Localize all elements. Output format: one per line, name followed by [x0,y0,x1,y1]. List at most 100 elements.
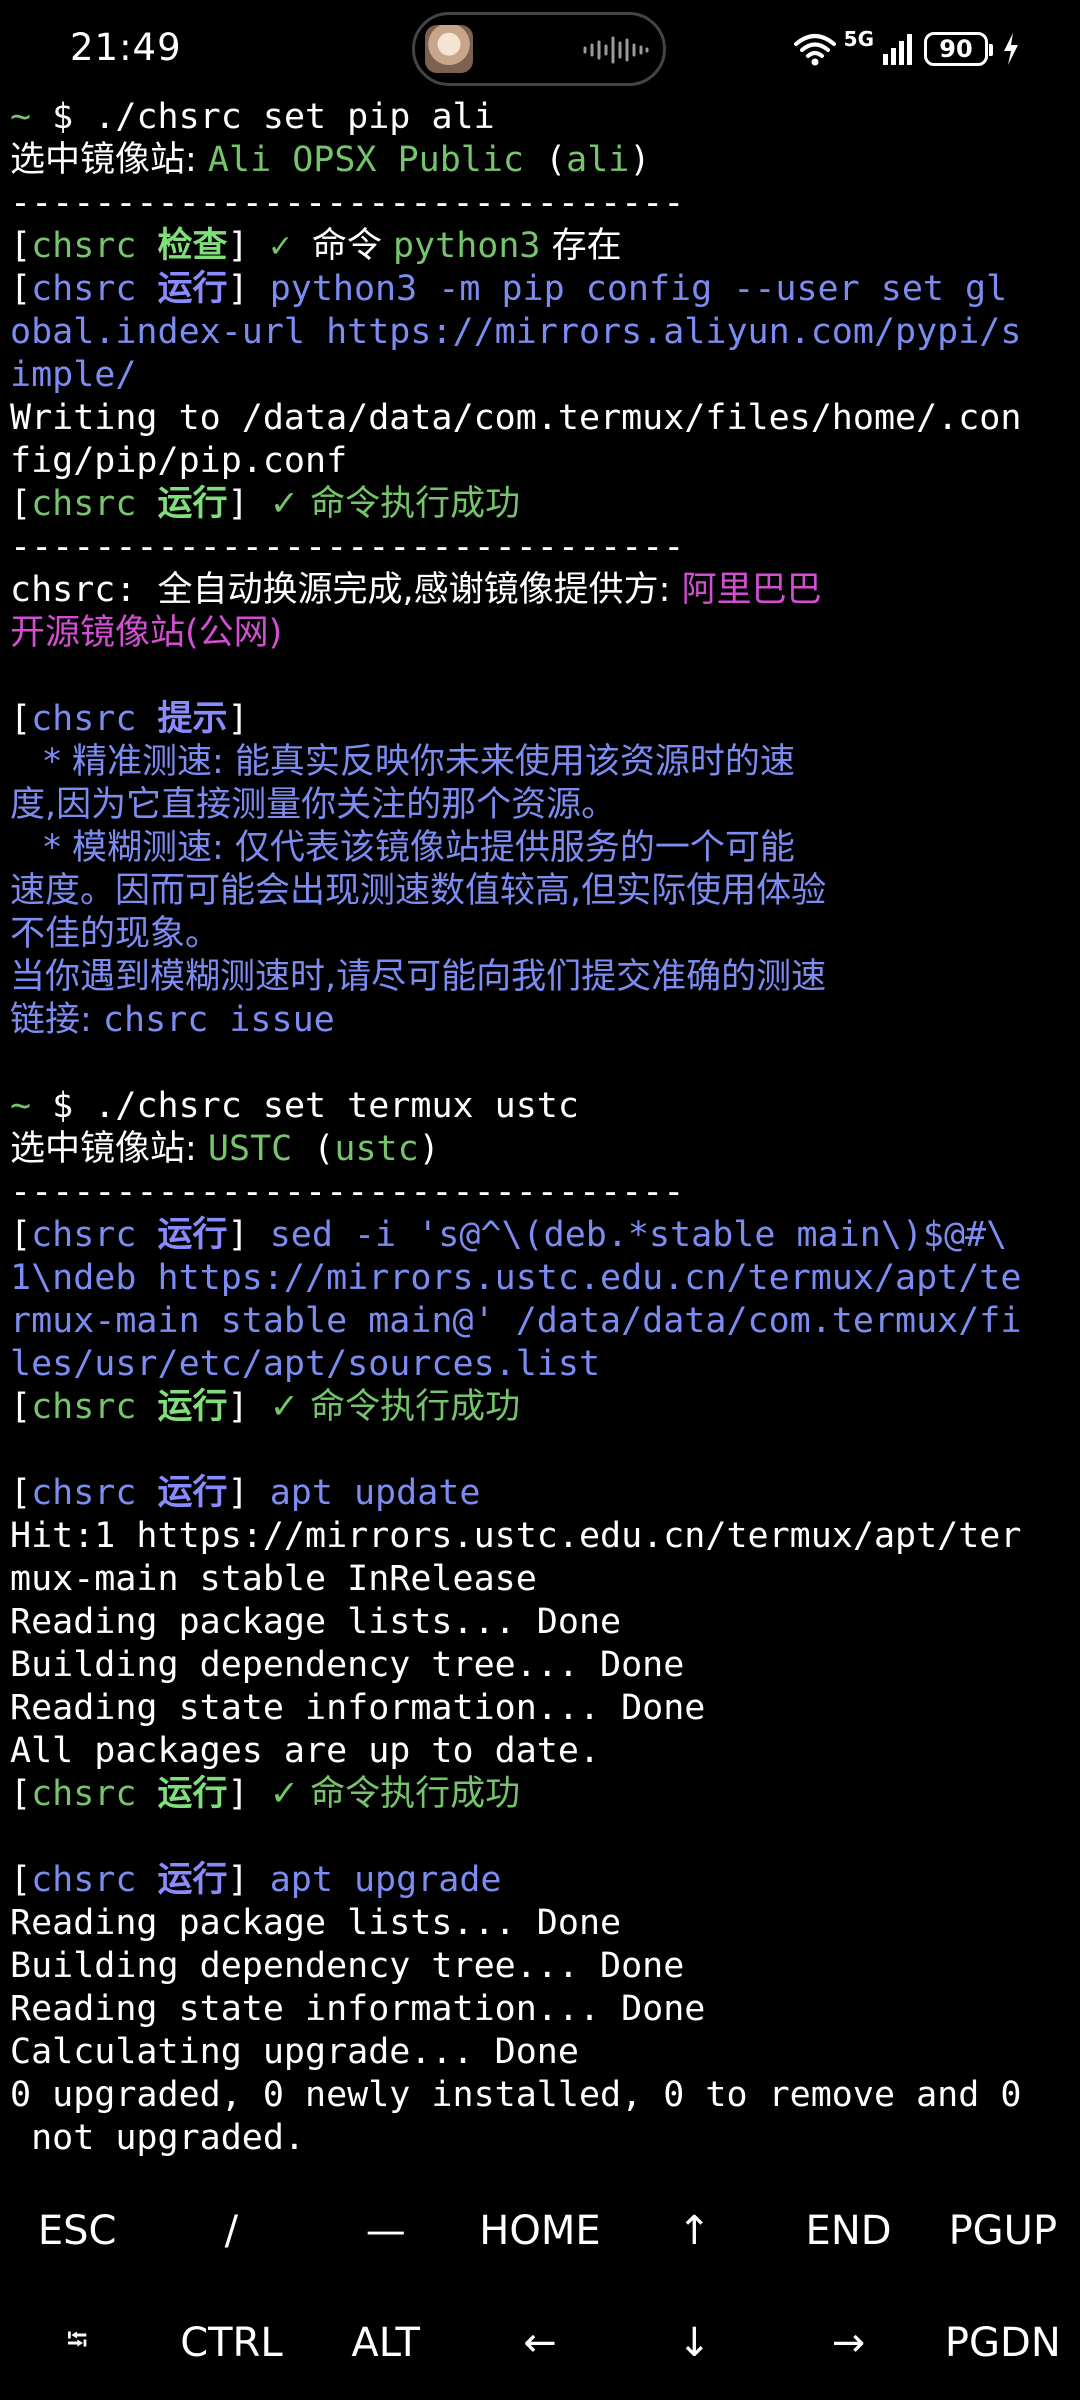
terminal-line: 1\ndeb https://mirrors.ustc.edu.cn/termu… [10,1257,1072,1300]
terminal-line: -------------------------------- [10,1171,1072,1214]
terminal-text: apt upgrade [269,1860,502,1900]
terminal-text: chsrc [31,1473,158,1513]
extra-keys-bar: ESC / — HOME ↑ END PGUP ⭾ CTRL ALT ← ↓ → PGDN [0,2175,1080,2400]
terminal-line: [chsrc 运行] python3 -m pip config --user … [10,268,1072,311]
extra-keys-row-1: ESC / — HOME ↑ END PGUP [0,2175,1080,2287]
end-key[interactable]: END [771,2175,925,2287]
terminal-text: [ [10,1860,32,1900]
terminal-text: ✓ 命令执行成功 [269,484,521,524]
terminal-text: 运行 [157,1473,228,1513]
terminal-text: 链接: [10,1000,103,1040]
terminal-text: mux-main stable InRelease [10,1559,537,1599]
terminal-text: chsrc [31,226,158,266]
terminal-line: les/usr/etc/apt/sources.list [10,1343,1072,1386]
terminal-text: 存在 [540,226,622,266]
terminal-text: fig/pip/pip.conf [10,441,348,481]
terminal-line: 不佳的现象。 [10,913,1072,956]
terminal-text: * 模糊测速: 仅代表该镜像站提供服务的一个可能 [10,828,795,868]
home-key[interactable]: HOME [463,2175,617,2287]
terminal-text: -------------------------------- [10,1172,685,1212]
arrow-up-key[interactable]: ↑ [617,2175,771,2287]
terminal-text: 提示 [157,699,228,739]
terminal-text: Reading state information... Done [10,1688,706,1728]
terminal-line: chsrc: 全自动换源完成,感谢镜像提供方: 阿里巴巴 [10,569,1072,612]
terminal-line: [chsrc 提示] [10,698,1072,741]
terminal-line: -------------------------------- [10,526,1072,569]
charging-icon [1004,33,1018,65]
terminal-text: Building dependency tree... Done [10,1946,685,1986]
media-avatar-icon [425,25,473,73]
terminal-line: not upgraded. [10,2117,1072,2160]
terminal-text: ) [629,140,651,180]
terminal-line: rmux-main stable main@' /data/data/com.t… [10,1300,1072,1343]
terminal-text: ] [227,1774,270,1814]
alt-key[interactable]: ALT [309,2287,463,2399]
terminal-text: 选中镜像站: [10,140,208,180]
pgdn-key[interactable]: PGDN [926,2287,1080,2399]
wifi-icon [793,34,836,66]
terminal-text: chsrc [31,1387,158,1427]
terminal-text: 选中镜像站: [10,1129,208,1169]
terminal-text: 运行 [157,1215,228,1255]
terminal-text: 速度。因而可能会出现测速数值较高,但实际使用体验 [10,871,827,911]
terminal-text: [ [10,269,32,309]
terminal-line: * 精准测速: 能真实反映你未来使用该资源时的速 [10,741,1072,784]
esc-key[interactable]: ESC [0,2175,154,2287]
terminal-line: Building dependency tree... Done [10,1945,1072,1988]
dynamic-island[interactable] [412,12,666,86]
tab-key[interactable]: ⭾ [0,2287,154,2399]
terminal-text: 0 upgraded, 0 newly installed, 0 to remo… [10,2075,1022,2115]
terminal-text: 检查 [157,226,228,266]
terminal-text: ] [227,699,249,739]
terminal-text: 运行 [157,1774,228,1814]
arrow-down-key[interactable]: ↓ [617,2287,771,2399]
terminal-text: python3 [392,226,541,266]
terminal-line: mux-main stable InRelease [10,1558,1072,1601]
pgup-key[interactable]: PGUP [926,2175,1080,2287]
terminal-text: chsrc issue [102,1000,335,1040]
terminal-line: Reading package lists... Done [10,1601,1072,1644]
status-time: 21:49 [70,26,182,69]
ctrl-key[interactable]: CTRL [154,2287,308,2399]
terminal-text: chsrc [31,699,158,739]
terminal-line: Reading state information... Done [10,1988,1072,2031]
arrow-right-key[interactable]: → [771,2287,925,2399]
audio-wave-icon [583,36,649,64]
terminal-line: [chsrc 运行] ✓ 命令执行成功 [10,1386,1072,1429]
terminal-line: imple/ [10,354,1072,397]
terminal-line: Writing to /data/data/com.termux/files/h… [10,397,1072,440]
terminal-output[interactable]: ~ $ ./chsrc set pip ali 选中镜像站: Ali OPSX P… [10,96,1072,2160]
terminal-text: apt update [269,1473,481,1513]
terminal-text: Writing to /data/data/com.termux/files/h… [10,398,1022,438]
terminal-text: 运行 [157,1860,228,1900]
battery-icon: 90 [924,32,993,66]
terminal-text: not upgraded. [10,2118,306,2158]
terminal-text: * 精准测速: 能真实反映你未来使用该资源时的速 [10,742,795,782]
terminal-text: $ ./chsrc set termux ustc [52,1086,579,1126]
terminal-text: ~ [10,97,53,137]
terminal-text: Reading package lists... Done [10,1903,622,1943]
terminal-text: ali [566,140,630,180]
terminal-line: * 模糊测速: 仅代表该镜像站提供服务的一个可能 [10,827,1072,870]
battery-level: 90 [939,35,973,63]
terminal-line: [chsrc 运行] apt update [10,1472,1072,1515]
terminal-text: 不佳的现象。 [10,914,221,954]
terminal-text: Ali OPSX Public [207,140,524,180]
terminal-text: ] [227,1473,270,1513]
extra-keys-row-2: ⭾ CTRL ALT ← ↓ → PGDN [0,2287,1080,2399]
terminal-line: 度,因为它直接测量你关注的那个资源。 [10,784,1072,827]
terminal-text: ( [292,1129,335,1169]
terminal-text: ) [418,1129,440,1169]
terminal-text: chsrc [31,484,158,524]
terminal-line: 选中镜像站: USTC (ustc) [10,1128,1072,1171]
terminal-line: Reading package lists... Done [10,1902,1072,1945]
arrow-left-key[interactable]: ← [463,2287,617,2399]
terminal-text: python3 -m pip config --user set gl [269,269,1008,309]
dash-key[interactable]: — [309,2175,463,2287]
slash-key[interactable]: / [154,2175,308,2287]
terminal-text: 开源镜像站(公网) [10,613,283,653]
terminal-text: 运行 [157,1387,228,1427]
terminal-line: ~ $ ./chsrc set pip ali [10,96,1072,139]
terminal-text: ] [227,1860,270,1900]
